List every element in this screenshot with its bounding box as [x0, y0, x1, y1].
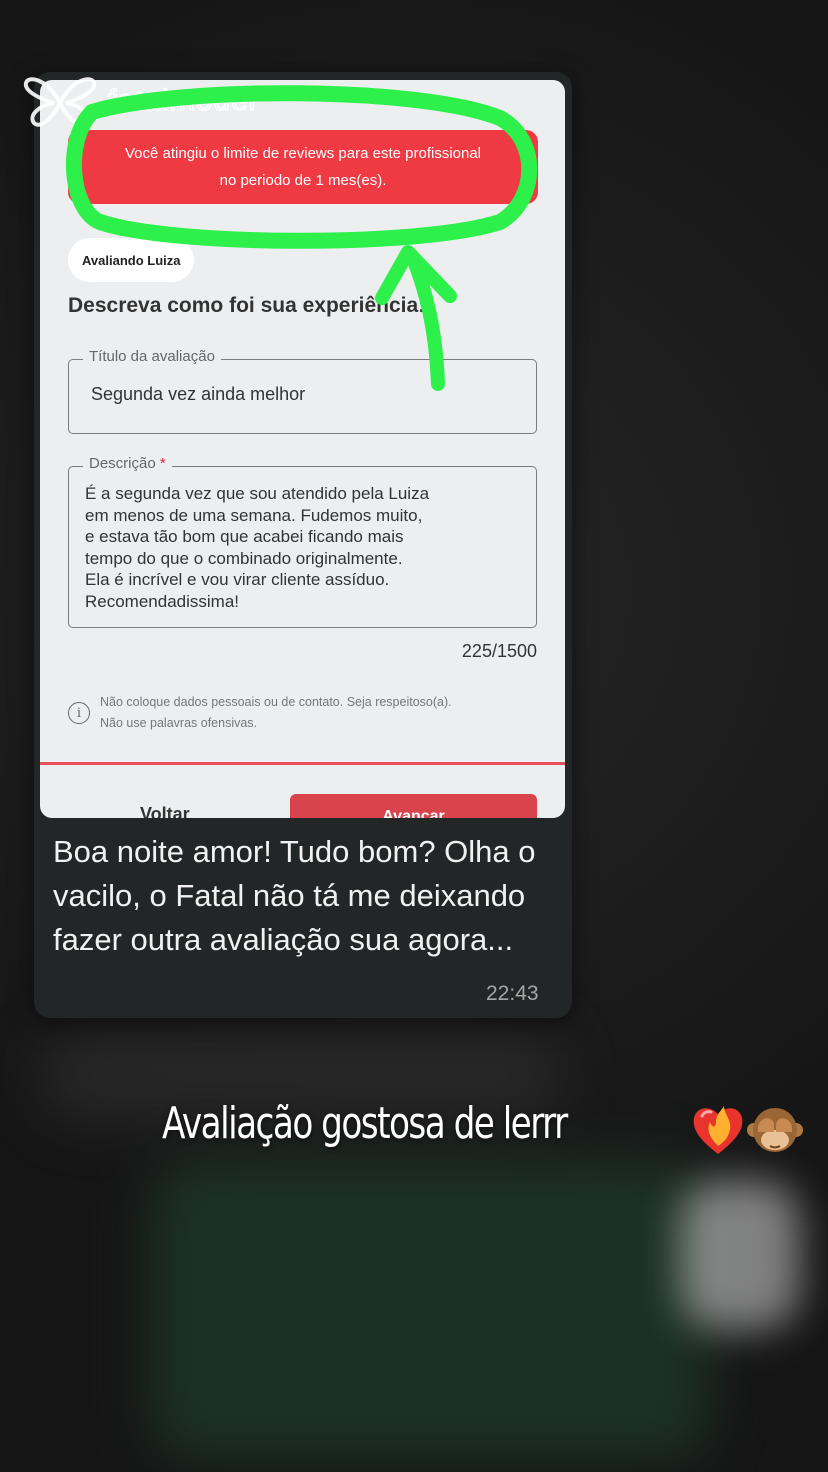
- message-text: Boa noite amor! Tudo bom? Olha o vacilo,…: [53, 834, 536, 957]
- attached-screenshot[interactable]: Você atingiu o limite de reviews para es…: [40, 80, 565, 818]
- info-text: Não coloque dados pessoais ou de contato…: [100, 695, 452, 730]
- review-title-value[interactable]: Segunda vez ainda melhor: [91, 384, 305, 405]
- review-title-field[interactable]: Título da avaliação Segunda vez ainda me…: [68, 348, 537, 434]
- back-button[interactable]: Voltar: [140, 804, 190, 818]
- info-notice: i Não coloque dados pessoais ou de conta…: [68, 692, 452, 734]
- message-timestamp: 22:43: [486, 982, 539, 1005]
- character-counter: 225/1500: [461, 641, 537, 661]
- butterfly-logo-icon: [23, 77, 97, 127]
- story-caption: Avaliação gostosa de lerrr: [162, 1098, 568, 1149]
- background-blur-white: [680, 1180, 800, 1330]
- background-blur-green: [150, 1160, 710, 1460]
- required-mark: *: [159, 455, 166, 472]
- alert-line-1: Você atingiu o limite de reviews para es…: [124, 145, 482, 162]
- form-heading: Descreva como foi sua experiência:: [68, 294, 426, 317]
- review-description-label: Descrição *: [83, 455, 172, 472]
- evaluating-chip: Avaliando Luiza: [68, 238, 195, 282]
- progress-divider: [40, 762, 565, 765]
- description-label-text: Descrição: [89, 455, 156, 472]
- brand-watermark: fatalmodel: [22, 72, 312, 130]
- heart-on-fire-emoji: [693, 1106, 743, 1154]
- review-description-field[interactable]: Descrição * É a segunda vez que sou aten…: [68, 455, 537, 628]
- alert-line-2: no periodo de 1 mes(es).: [219, 172, 387, 189]
- review-limit-alert: Você atingiu o limite de reviews para es…: [68, 130, 538, 204]
- info-icon: i: [68, 702, 90, 724]
- review-title-label: Título da avaliação: [83, 348, 221, 365]
- brand-name: fatalmodel: [107, 83, 257, 117]
- review-description-value[interactable]: É a segunda vez que sou atendido pela Lu…: [85, 483, 516, 612]
- next-button[interactable]: Avançar: [290, 794, 537, 818]
- see-no-evil-monkey-emoji: [747, 1108, 803, 1152]
